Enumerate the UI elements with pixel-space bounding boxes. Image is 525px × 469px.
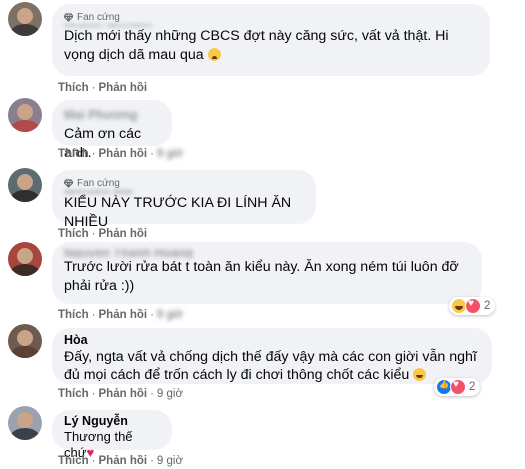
like-button[interactable]: Thích: [58, 82, 89, 94]
reply-button[interactable]: Phản hồi: [99, 148, 148, 160]
comment-actions: Thích · Phản hồi: [58, 82, 148, 94]
like-button[interactable]: Thích: [58, 455, 89, 467]
comment-bubble: Fan cứng Nguyễn Hải KIỂU NÀY TRƯỚC KIA Đ…: [52, 170, 316, 230]
comment-author[interactable]: Nguyễn Thanh Hoàng: [64, 249, 470, 258]
comment-time[interactable]: 9 giờ: [157, 455, 183, 467]
comment-time[interactable]: 9 giờ: [157, 148, 183, 160]
comment-actions: Thích · Phản hồi · 9 giờ: [58, 148, 184, 160]
comment-text: Dịch mới thấy những CBCS đợt này căng sứ…: [64, 28, 449, 63]
fan-badge: Fan cứng: [64, 177, 304, 190]
comment-time[interactable]: 9 giờ: [157, 388, 183, 400]
comment-author[interactable]: Hòa: [64, 332, 480, 348]
avatar[interactable]: [8, 168, 42, 202]
comment-bubble: Hòa Đấy, ngta vất vả chống dịch thế đấy …: [52, 328, 492, 384]
avatar[interactable]: [8, 2, 42, 36]
comment-actions: Thích · Phản hồi: [58, 228, 148, 240]
like-button[interactable]: Thích: [58, 388, 89, 400]
reply-button[interactable]: Phản hồi: [99, 228, 148, 240]
comment-author[interactable]: Mai Phương: [64, 107, 160, 123]
love-reaction-icon: [450, 379, 466, 395]
comment-bubble: Nguyễn Thanh Hoàng Trước lười rửa bát t …: [52, 242, 482, 304]
reply-button[interactable]: Phản hồi: [99, 388, 148, 400]
sad-face-emoji: [207, 48, 221, 61]
comment-bubble: Fan cứng Hoàng Nguyễn Dịch mới thấy nhữn…: [52, 4, 490, 76]
comment-bubble: Lý Nguyễn Thương thế chứ♥: [52, 410, 172, 460]
reaction-summary[interactable]: 2: [449, 297, 496, 315]
comment-author[interactable]: Hoàng Nguyễn: [64, 24, 478, 27]
comment-actions: Thích · Phản hồi · 9 giờ: [58, 455, 184, 467]
reply-button[interactable]: Phản hồi: [99, 455, 148, 467]
fan-badge: Fan cứng: [64, 11, 478, 24]
reaction-summary[interactable]: 2: [434, 378, 481, 396]
avatar[interactable]: [8, 406, 42, 440]
avatar[interactable]: [8, 242, 42, 276]
comment-author[interactable]: Nguyễn Hải: [64, 190, 304, 194]
avatar[interactable]: [8, 324, 42, 358]
smile-emoji: [413, 368, 427, 381]
comment-time[interactable]: 9 giờ: [157, 309, 183, 321]
comment-text: Trước lười rửa bát t toàn ăn kiểu này. Ă…: [64, 259, 459, 294]
comment-text: Đấy, ngta vất vả chống dịch thế đấy vậy …: [64, 349, 477, 383]
comment-actions: Thích · Phản hồi · 9 giờ: [58, 388, 184, 400]
comment-author[interactable]: Lý Nguyễn: [64, 413, 160, 429]
reply-button[interactable]: Phản hồi: [99, 82, 148, 94]
diamond-icon: [64, 179, 73, 188]
love-reaction-icon: [465, 298, 481, 314]
diamond-icon: [64, 13, 73, 22]
comment-bubble: Mai Phương Cảm ơn các anh.: [52, 100, 172, 161]
avatar[interactable]: [8, 98, 42, 132]
comment-text: KIỂU NÀY TRƯỚC KIA ĐI LÍNH ĂN NHIỀU: [64, 195, 292, 230]
comment-actions: Thích · Phản hồi · 9 giờ: [58, 309, 184, 321]
like-button[interactable]: Thích: [58, 309, 89, 321]
reply-button[interactable]: Phản hồi: [99, 309, 148, 321]
like-button[interactable]: Thích: [58, 148, 89, 160]
like-button[interactable]: Thích: [58, 228, 89, 240]
